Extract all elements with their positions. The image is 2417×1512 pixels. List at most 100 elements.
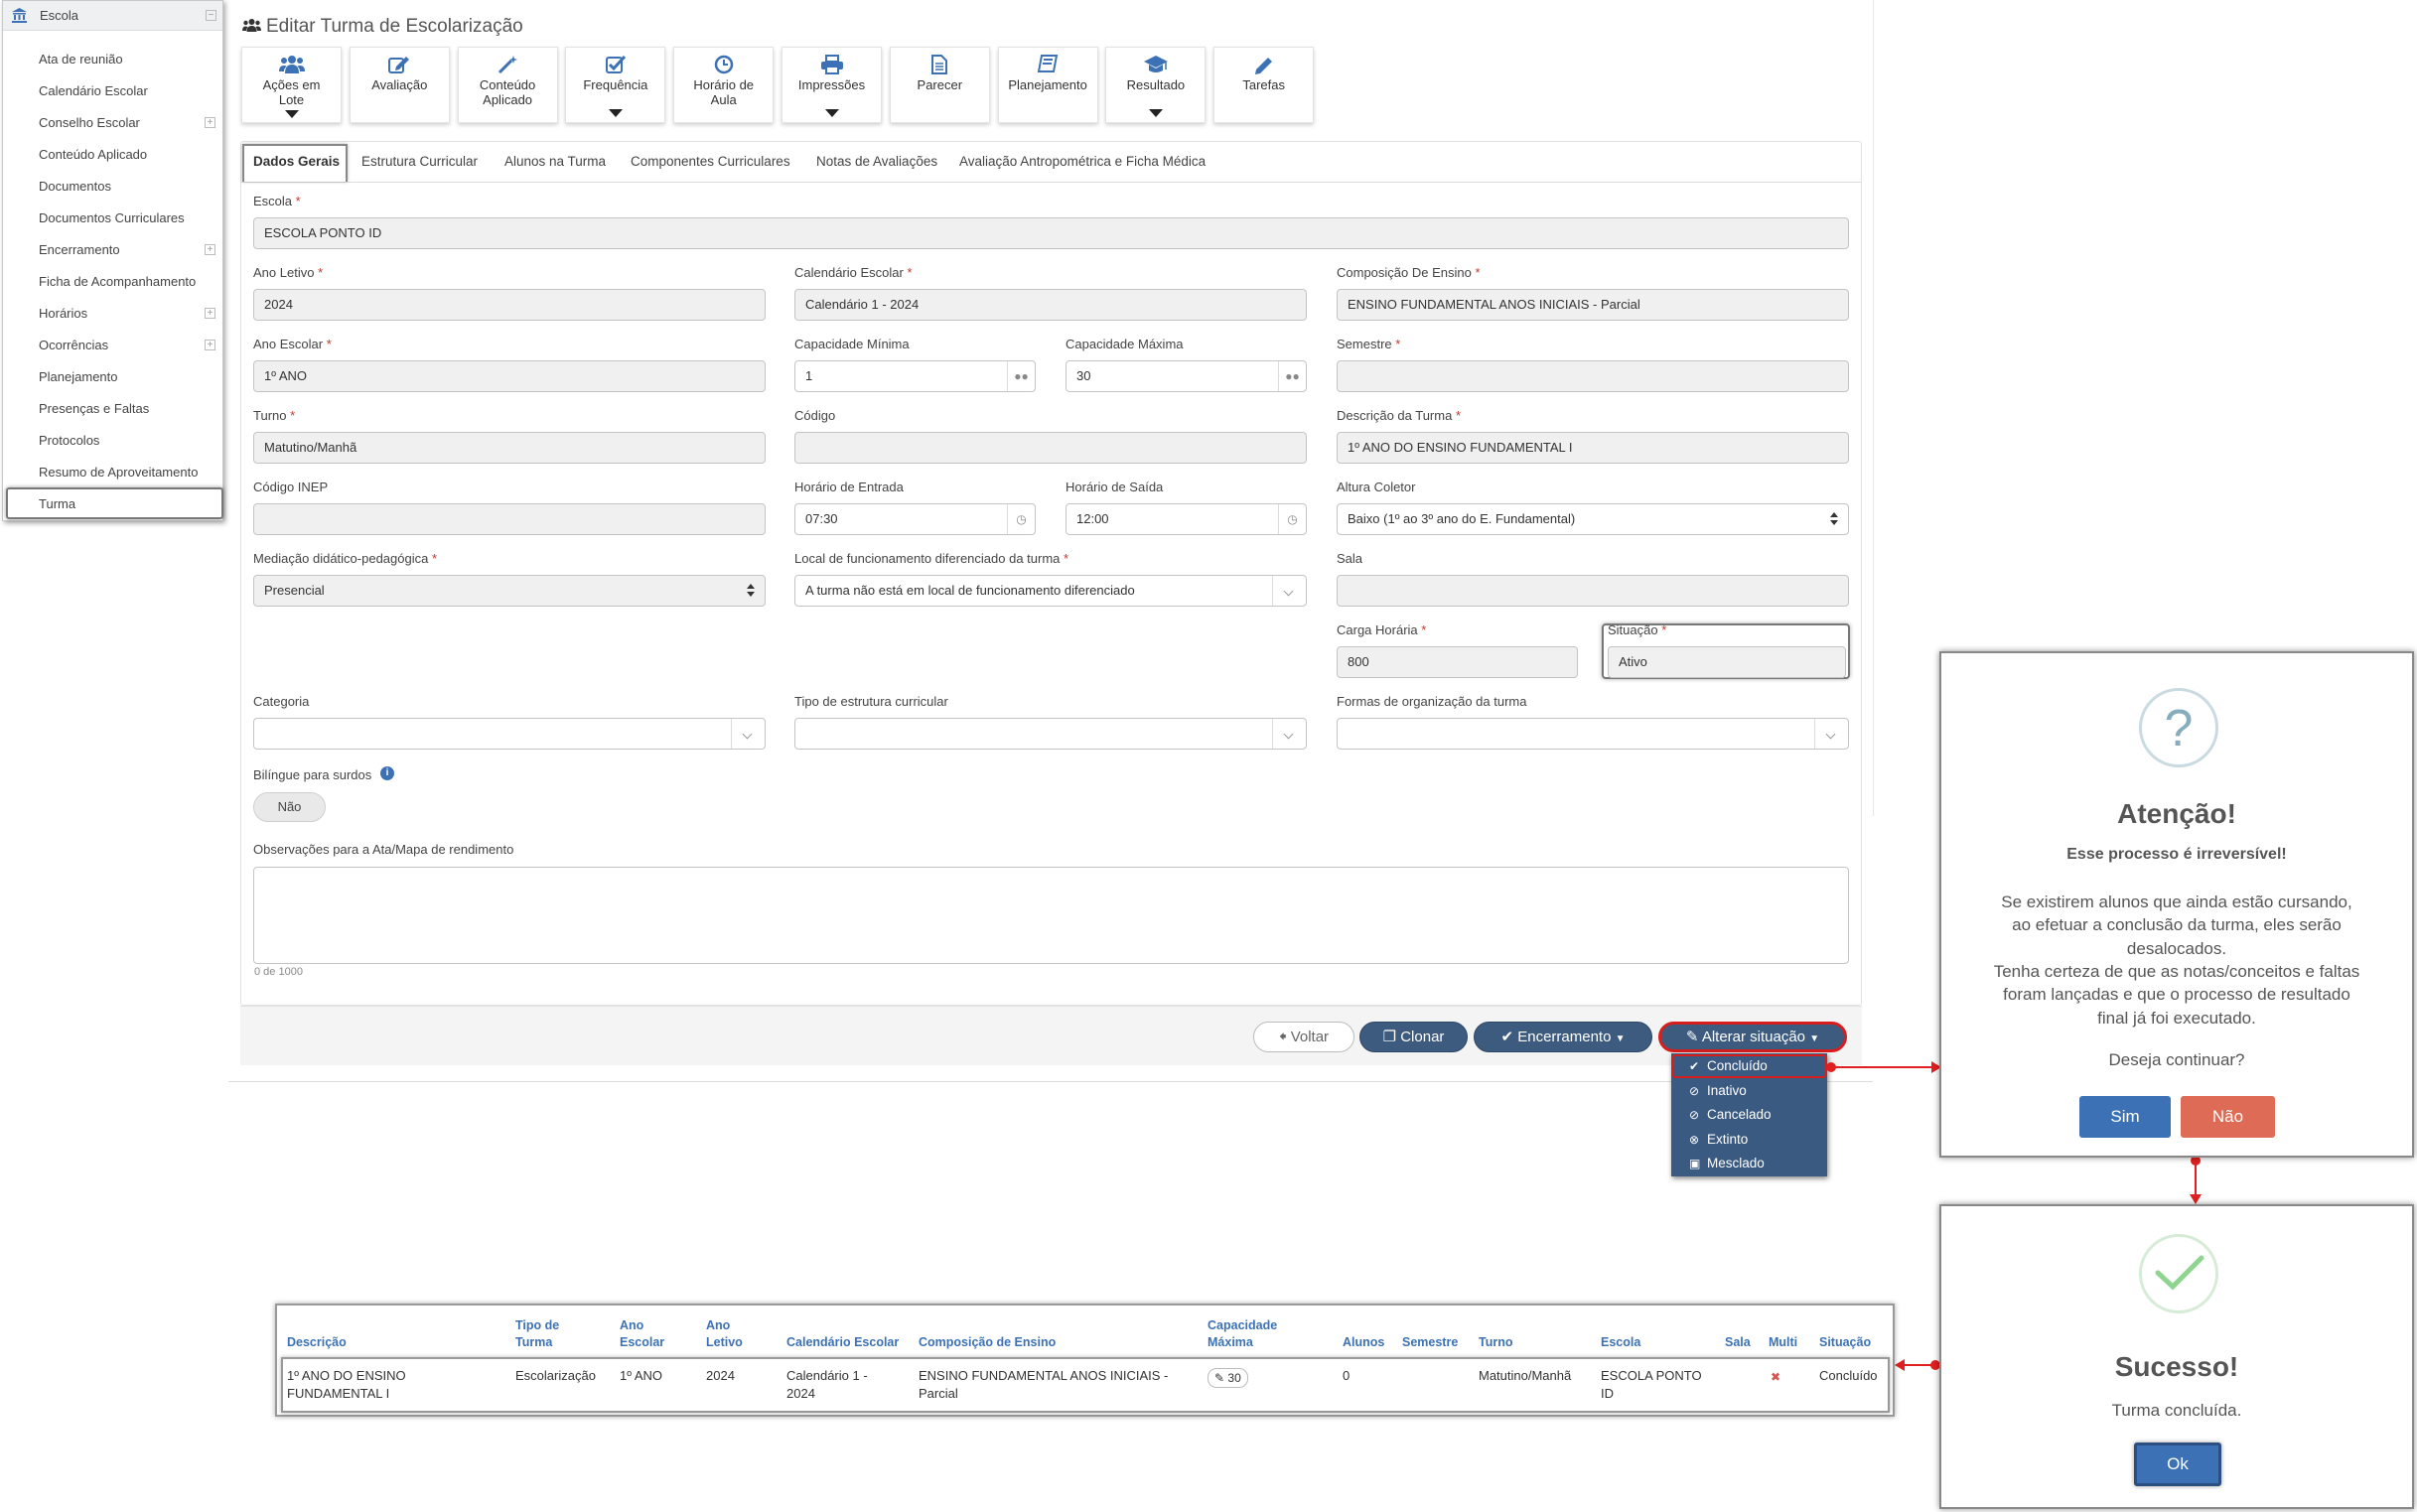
- carga-field[interactable]: 800: [1337, 646, 1578, 678]
- collapse-icon[interactable]: −: [206, 10, 216, 21]
- tab-notas-de-avaliacoes[interactable]: Notas de Avaliações: [816, 142, 937, 182]
- column-header-multi[interactable]: Multi: [1769, 1334, 1797, 1351]
- column-header-capacidade[interactable]: Máxima: [1208, 1334, 1253, 1351]
- toolbar-horario-debutton[interactable]: Horário de Aula: [673, 47, 775, 123]
- column-header-capacidade[interactable]: Capacidade: [1208, 1317, 1277, 1334]
- sidebar-item-conselho-escolar[interactable]: Conselho Escolar: [39, 115, 140, 130]
- inep-field[interactable]: [253, 503, 766, 535]
- expand-icon[interactable]: +: [205, 117, 215, 128]
- sidebar-item-ocorrencias[interactable]: Ocorrências: [39, 338, 108, 352]
- tab-dados-gerais[interactable]: Dados Gerais: [253, 142, 340, 182]
- toolbar-resultadobutton[interactable]: Resultado: [1105, 47, 1207, 123]
- ano-escolar-field[interactable]: 1º ANO: [253, 360, 766, 392]
- cap-max-field[interactable]: 30 ●●: [1066, 360, 1307, 392]
- menu-item-concluido[interactable]: ✔ Concluído: [1689, 1058, 1768, 1073]
- capacidade-badge[interactable]: ✎ 30: [1208, 1368, 1248, 1388]
- composicao-field[interactable]: ENSINO FUNDAMENTAL ANOS INICIAIS - Parci…: [1337, 289, 1849, 321]
- clock-icon: ◷: [1278, 504, 1306, 534]
- cap-min-field[interactable]: 1 ●●: [794, 360, 1036, 392]
- info-icon[interactable]: i: [380, 766, 394, 780]
- column-header-ano-escolar[interactable]: Ano: [620, 1317, 643, 1334]
- merge-icon: ▣: [1689, 1157, 1701, 1170]
- toolbar-parecerbutton[interactable]: Parecer: [889, 47, 990, 123]
- sidebar-item-resumo-de-aproveitamento[interactable]: Resumo de Aproveitamento: [39, 465, 198, 480]
- column-header-tipo[interactable]: Tipo de: [515, 1317, 559, 1334]
- column-header-descricao[interactable]: Descrição: [287, 1334, 347, 1351]
- sidebar-item-ficha-de-acompanhamento[interactable]: Ficha de Acompanhamento: [39, 274, 196, 289]
- table-row[interactable]: [281, 1357, 1890, 1413]
- entrada-field[interactable]: 07:30 ◷: [794, 503, 1036, 535]
- toolbar-acoes-embutton[interactable]: Ações em Lote: [241, 47, 342, 123]
- tipo-estrutura-select[interactable]: [794, 718, 1307, 750]
- altura-select[interactable]: Baixo (1º ao 3º ano do E. Fundamental): [1337, 503, 1849, 535]
- descricao-field[interactable]: 1º ANO DO ENSINO FUNDAMENTAL I: [1337, 432, 1849, 464]
- tab-alunos-na-turma[interactable]: Alunos na Turma: [504, 142, 606, 182]
- menu-item-mesclado[interactable]: ▣ Mesclado: [1689, 1156, 1765, 1170]
- sidebar-item-horarios[interactable]: Horários: [39, 306, 87, 321]
- column-header-calendario[interactable]: Calendário Escolar: [786, 1334, 899, 1351]
- escola-field[interactable]: ESCOLA PONTO ID: [253, 217, 1849, 249]
- column-header-turno[interactable]: Turno: [1479, 1334, 1512, 1351]
- sidebar-item-planejamento[interactable]: Planejamento: [39, 369, 118, 384]
- column-header-situacao[interactable]: Situação: [1819, 1334, 1871, 1351]
- menu-item-inativo[interactable]: ⊘ Inativo: [1689, 1083, 1747, 1098]
- toolbar-label: Ações em: [262, 77, 321, 92]
- toolbar-frequenciabutton[interactable]: Frequência: [565, 47, 666, 123]
- confirm-text-line: Se existirem alunos que ainda estão curs…: [2001, 893, 2352, 911]
- expand-icon[interactable]: +: [205, 340, 215, 350]
- sidebar-item-ata-de-reuniao[interactable]: Ata de reunião: [39, 52, 123, 67]
- toolbar-tarefasbutton[interactable]: Tarefas: [1213, 47, 1315, 123]
- expand-icon[interactable]: +: [205, 308, 215, 319]
- sidebar-header[interactable]: Escola −: [3, 1, 222, 31]
- toolbar-avaliacaobutton[interactable]: Avaliação: [349, 47, 450, 123]
- clonar-button[interactable]: ❐ Clonar: [1359, 1022, 1468, 1052]
- encerramento-button[interactable]: ✔ Encerramento ▼: [1474, 1022, 1652, 1052]
- tab-avaliacao-antropometrica-e-ficha-medica[interactable]: Avaliação Antropométrica e Ficha Médica: [959, 142, 1206, 182]
- print-icon: [782, 55, 881, 74]
- toolbar-conteudobutton[interactable]: Conteúdo Aplicado: [457, 47, 558, 123]
- codigo-field[interactable]: [794, 432, 1307, 464]
- sidebar-item-protocolos[interactable]: Protocolos: [39, 433, 99, 448]
- column-header-composicao[interactable]: Composição de Ensino: [919, 1334, 1056, 1351]
- turno-field[interactable]: Matutino/Manhã: [253, 432, 766, 464]
- yes-button[interactable]: Sim: [2079, 1096, 2171, 1138]
- obs-textarea[interactable]: [253, 867, 1849, 964]
- menu-item-extinto[interactable]: ⊗ Extinto: [1689, 1132, 1748, 1147]
- no-button[interactable]: Não: [2181, 1096, 2275, 1138]
- column-header-sala[interactable]: Sala: [1725, 1334, 1751, 1351]
- tab-componentes-curriculares[interactable]: Componentes Curriculares: [631, 142, 790, 182]
- column-header-alunos[interactable]: Alunos: [1343, 1334, 1384, 1351]
- alterar-situacao-button[interactable]: ✎ Alterar situação ▼: [1658, 1022, 1847, 1052]
- menu-item-label: Extinto: [1707, 1131, 1749, 1147]
- sidebar-item-encerramento[interactable]: Encerramento: [39, 242, 120, 257]
- column-header-ano-letivo[interactable]: Ano: [706, 1317, 730, 1334]
- bilingue-toggle[interactable]: Não: [253, 792, 326, 822]
- column-header-ano-escolar[interactable]: Escolar: [620, 1334, 664, 1351]
- situacao-field[interactable]: Ativo: [1608, 646, 1846, 678]
- sidebar-item-conteudo-aplicado[interactable]: Conteúdo Aplicado: [39, 147, 147, 162]
- column-header-escola[interactable]: Escola: [1601, 1334, 1640, 1351]
- sidebar-item-presencas-e-faltas[interactable]: Presenças e Faltas: [39, 401, 149, 416]
- sidebar-item-documentos[interactable]: Documentos: [39, 179, 111, 194]
- tab-estrutura-curricular[interactable]: Estrutura Curricular: [361, 142, 478, 182]
- ok-button[interactable]: Ok: [2134, 1443, 2221, 1486]
- saida-field[interactable]: 12:00 ◷: [1066, 503, 1307, 535]
- sidebar-item-documentos-curriculares[interactable]: Documentos Curriculares: [39, 210, 185, 225]
- toolbar-impressoesbutton[interactable]: Impressões: [782, 47, 882, 123]
- categoria-select[interactable]: [253, 718, 766, 750]
- mediacao-select[interactable]: Presencial: [253, 575, 766, 607]
- semestre-field[interactable]: [1337, 360, 1849, 392]
- column-header-semestre[interactable]: Semestre: [1402, 1334, 1458, 1351]
- sala-field[interactable]: [1337, 575, 1849, 607]
- ano-letivo-field[interactable]: 2024: [253, 289, 766, 321]
- column-header-tipo[interactable]: Turma: [515, 1334, 552, 1351]
- local-select[interactable]: A turma não está em local de funcionamen…: [794, 575, 1307, 607]
- formas-select[interactable]: [1337, 718, 1849, 750]
- calendario-field[interactable]: Calendário 1 - 2024: [794, 289, 1307, 321]
- sidebar-item-calendario-escolar[interactable]: Calendário Escolar: [39, 83, 148, 98]
- column-header-ano-letivo[interactable]: Letivo: [706, 1334, 743, 1351]
- expand-icon[interactable]: +: [205, 244, 215, 255]
- menu-item-cancelado[interactable]: ⊘ Cancelado: [1689, 1107, 1772, 1122]
- voltar-button[interactable]: 🠸 Voltar: [1253, 1022, 1354, 1052]
- toolbar-planejamentobutton[interactable]: Planejamento: [997, 47, 1098, 123]
